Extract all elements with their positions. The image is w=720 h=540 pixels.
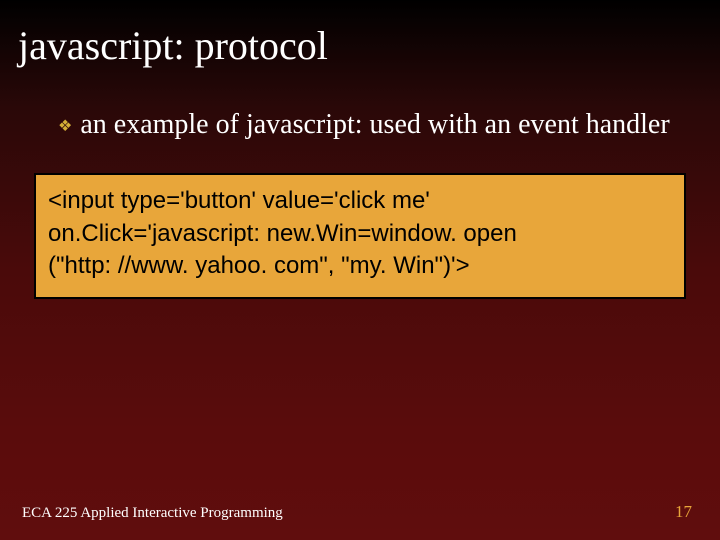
bullet-text: an example of javascript: used with an e… (80, 107, 669, 143)
diamond-bullet-icon: ❖ (58, 116, 72, 136)
code-line-3: ("http: //www. yahoo. com", "my. Win")'> (48, 250, 672, 282)
slide-title: javascript: protocol (0, 0, 720, 69)
bullet-item: ❖ an example of javascript: used with an… (0, 69, 720, 143)
footer-left: ECA 225 Applied Interactive Programming (22, 505, 283, 522)
code-line-2: on.Click='javascript: new.Win=window. op… (48, 218, 672, 250)
code-box: <input type='button' value='click me' on… (34, 173, 686, 298)
code-line-1: <input type='button' value='click me' (48, 185, 672, 217)
slide: javascript: protocol ❖ an example of jav… (0, 0, 720, 540)
slide-number: 17 (675, 502, 692, 522)
